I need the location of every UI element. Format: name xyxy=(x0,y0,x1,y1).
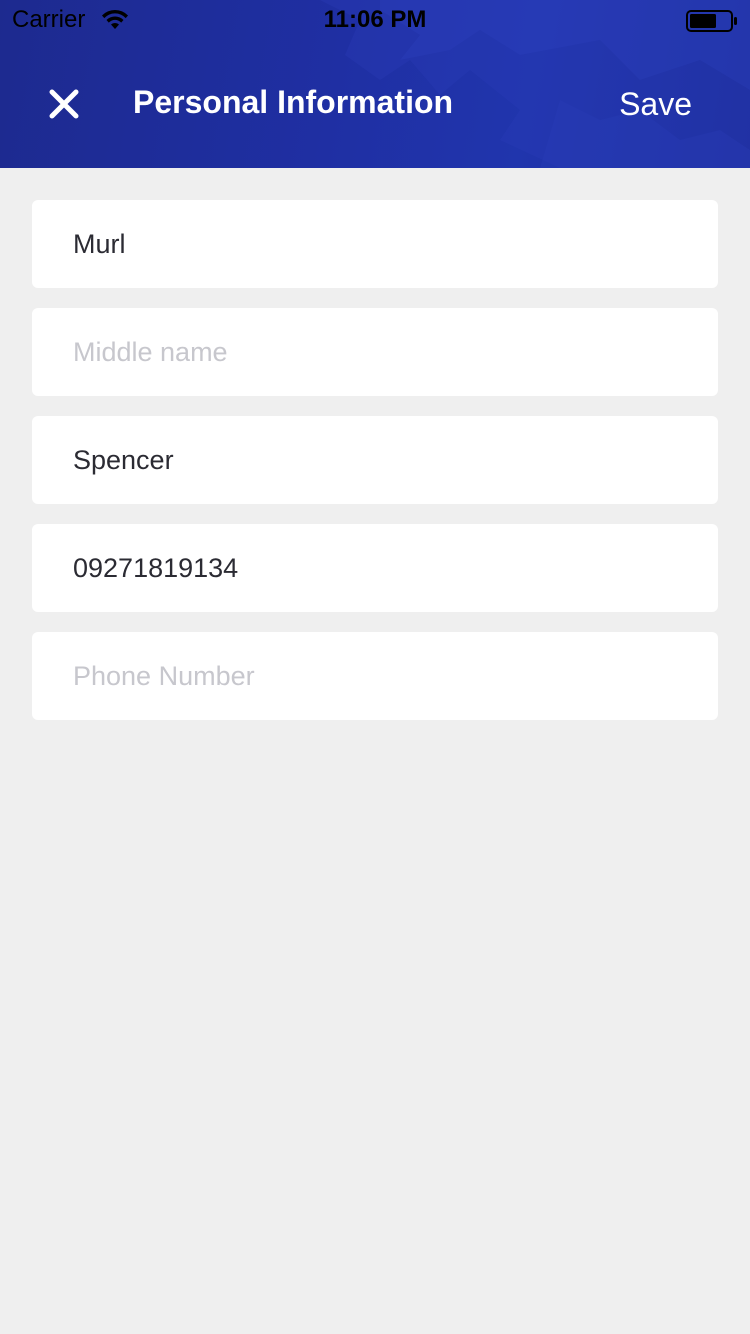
page-title: Personal Information xyxy=(133,84,454,120)
mobile-number-input[interactable] xyxy=(73,552,718,584)
first-name-field-container xyxy=(32,200,718,288)
mobile-number-field-container xyxy=(32,524,718,612)
phone-number-field-container xyxy=(32,632,718,720)
phone-number-input[interactable] xyxy=(73,660,718,692)
save-button[interactable]: Save xyxy=(619,84,692,124)
status-time: 11:06 PM xyxy=(323,6,427,33)
middle-name-input[interactable] xyxy=(73,336,718,368)
last-name-input[interactable] xyxy=(73,444,718,476)
close-button[interactable] xyxy=(40,80,88,128)
middle-name-field-container xyxy=(32,308,718,396)
battery-icon xyxy=(686,10,737,32)
personal-information-screen: Carrier 11:06 PM Personal Information Sa… xyxy=(0,0,750,1334)
header-bar: Carrier 11:06 PM Personal Information Sa… xyxy=(0,0,750,168)
first-name-input[interactable] xyxy=(73,228,718,260)
close-icon xyxy=(49,89,79,119)
last-name-field-container xyxy=(32,416,718,504)
personal-info-form xyxy=(32,200,718,740)
status-bar: Carrier 11:06 PM xyxy=(0,0,750,40)
